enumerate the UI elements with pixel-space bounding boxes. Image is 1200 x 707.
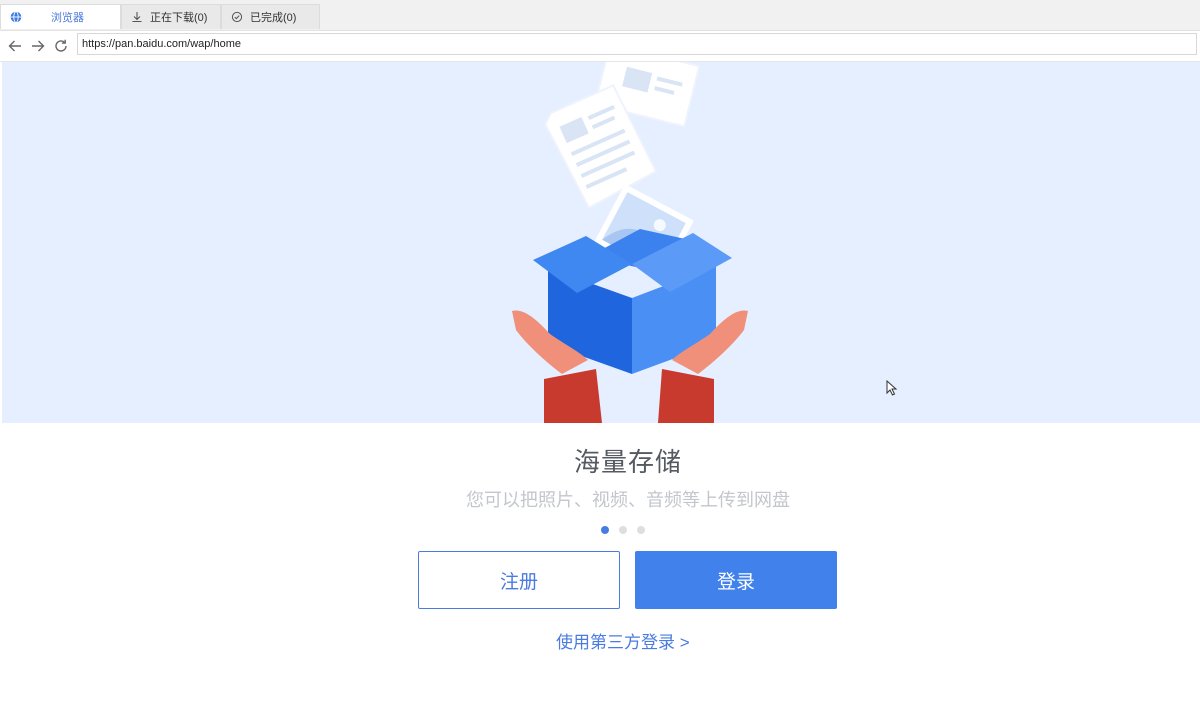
download-icon [130, 10, 144, 24]
address-bar-row: https://pan.baidu.com/wap/home [0, 31, 1200, 62]
arrow-left-icon [8, 40, 21, 52]
back-button[interactable] [6, 37, 24, 55]
page-subtitle: 您可以把照片、视频、音频等上传到网盘 [466, 490, 790, 510]
hero-banner [2, 62, 1200, 423]
third-party-login-link[interactable]: 使用第三方登录 > [556, 628, 690, 653]
check-circle-icon [230, 10, 244, 24]
refresh-icon [55, 39, 67, 52]
arrow-right-icon [32, 40, 45, 52]
tab-completed-label: 已完成(0) [250, 12, 297, 24]
register-button[interactable]: 注册 [418, 551, 620, 609]
globe-icon [9, 10, 23, 24]
url-input[interactable]: https://pan.baidu.com/wap/home [77, 33, 1197, 55]
carousel-indicator [601, 526, 645, 534]
tab-completed[interactable]: 已完成(0) [221, 4, 320, 29]
browser-tab-bar: 浏览器 正在下载(0) 已完成(0) [0, 0, 1200, 31]
forward-button[interactable] [29, 37, 47, 55]
tab-browser[interactable]: 浏览器 [0, 4, 121, 29]
carousel-dot[interactable] [619, 526, 627, 534]
tab-browser-label: 浏览器 [51, 12, 84, 24]
refresh-button[interactable] [52, 37, 70, 55]
cloud-storage-illustration [512, 62, 748, 423]
tab-downloading[interactable]: 正在下载(0) [121, 4, 221, 29]
carousel-dot[interactable] [601, 526, 609, 534]
mouse-cursor-icon [886, 379, 898, 401]
tab-downloading-label: 正在下载(0) [150, 12, 208, 24]
login-button[interactable]: 登录 [635, 551, 837, 609]
carousel-dot[interactable] [637, 526, 645, 534]
page-title: 海量存储 [573, 447, 682, 477]
